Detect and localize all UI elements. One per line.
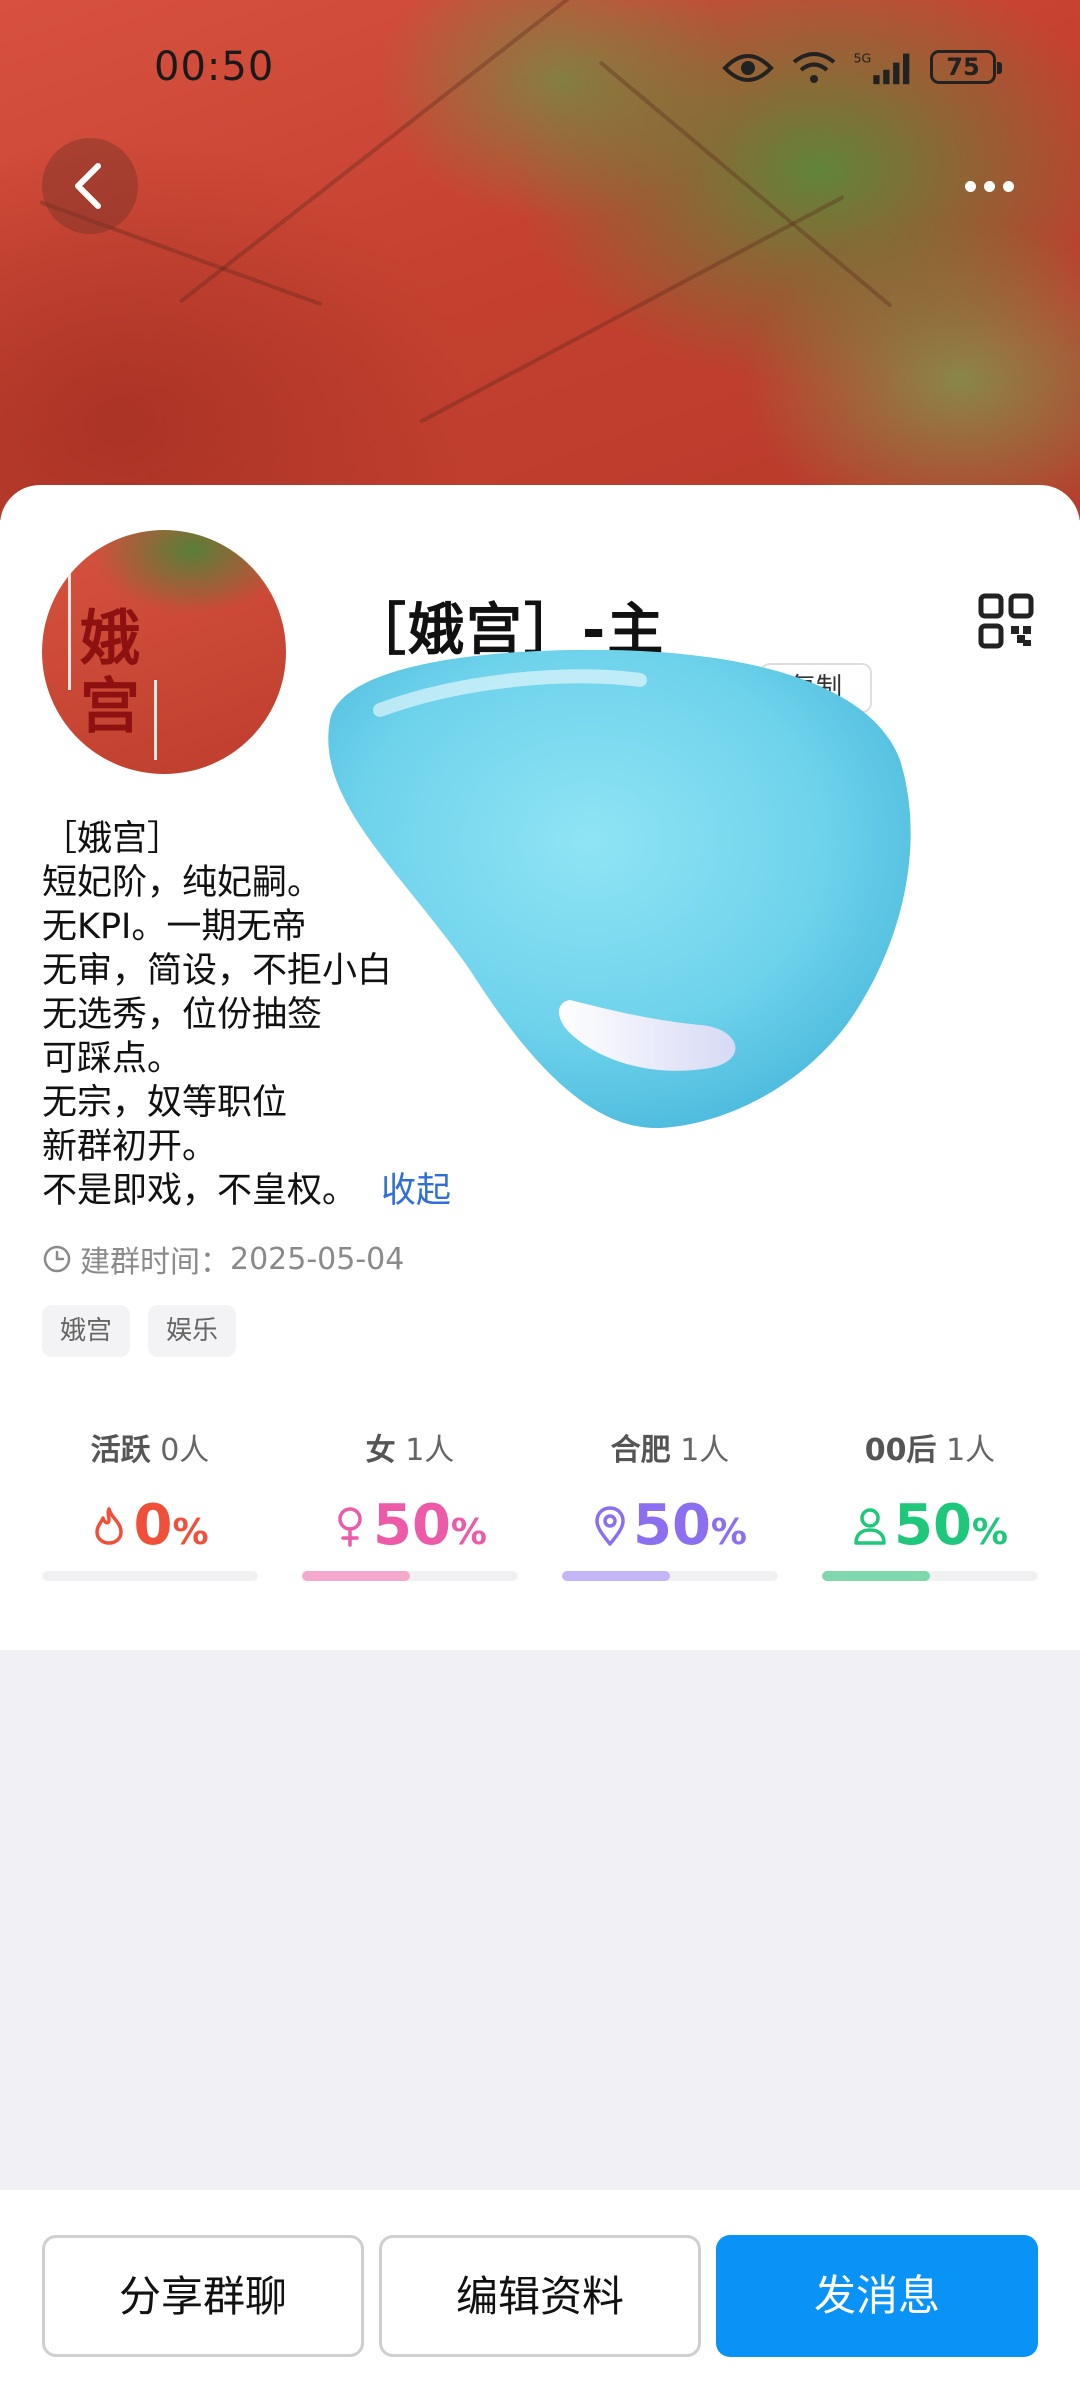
stat-progress-fill — [562, 1571, 670, 1581]
chevron-left-icon — [75, 163, 101, 209]
stat-location[interactable]: 合肥 1人 50% — [562, 1425, 778, 1605]
send-message-button[interactable]: 发消息 — [716, 2235, 1038, 2357]
stat-label: 00后 — [864, 1433, 937, 1468]
stat-label: 活跃 — [90, 1433, 151, 1468]
created-label: 建群时间： — [80, 1245, 230, 1280]
female-icon — [338, 1506, 362, 1547]
stat-value: 50 — [372, 1493, 451, 1558]
stat-active[interactable]: 活跃 0人 0% — [42, 1425, 258, 1605]
stat-label: 合肥 — [610, 1433, 671, 1468]
stat-age[interactable]: 00后 1人 50% — [822, 1425, 1038, 1605]
person-icon — [854, 1507, 886, 1545]
svg-text:5G: 5G — [854, 51, 872, 66]
stat-progress-fill — [822, 1571, 930, 1581]
avatar-char-2: 宫 — [80, 672, 140, 742]
status-time: 00:50 — [154, 44, 275, 90]
stat-unit: % — [710, 1512, 747, 1553]
location-pin-icon — [595, 1505, 625, 1546]
stat-count: 1人 — [405, 1433, 455, 1468]
stat-unit: % — [971, 1512, 1008, 1553]
stat-label: 女 — [365, 1433, 396, 1468]
edit-profile-button[interactable]: 编辑资料 — [379, 2235, 701, 2357]
created-time: 建群时间： 2025-05-04 — [42, 1237, 404, 1281]
stat-count: 1人 — [680, 1433, 730, 1468]
status-bar: 00:50 5G 75 — [0, 0, 1080, 140]
stat-female[interactable]: 女 1人 50% — [302, 1425, 518, 1605]
clock-icon — [43, 1245, 71, 1273]
tag-list: 娥宫 娱乐 — [42, 1305, 237, 1357]
stat-progress-bar — [562, 1571, 778, 1581]
more-button[interactable] — [950, 166, 1030, 206]
stat-progress-bar — [42, 1571, 258, 1581]
qr-code-icon[interactable] — [978, 593, 1034, 649]
description-line: 不是即戏，不皇权。 — [42, 1171, 358, 1211]
stat-unit: % — [450, 1512, 487, 1553]
signal-5g-icon: 5G — [854, 51, 910, 85]
blob-sticker — [328, 649, 911, 1129]
stat-value: 50 — [632, 1493, 711, 1558]
stat-count: 1人 — [946, 1433, 996, 1468]
group-avatar[interactable]: 娥 宫 — [42, 530, 286, 774]
stat-progress-bar — [302, 1571, 518, 1581]
stat-progress-bar — [822, 1571, 1038, 1581]
wifi-icon — [792, 52, 836, 83]
bottom-action-bar: 分享群聊 编辑资料 发消息 — [0, 2190, 1080, 2400]
battery-icon: 75 — [930, 50, 1002, 84]
stat-progress-fill — [302, 1571, 410, 1581]
share-group-button[interactable]: 分享群聊 — [42, 2235, 364, 2357]
tag[interactable]: 娥宫 — [42, 1305, 131, 1357]
stat-count: 0人 — [160, 1433, 210, 1468]
more-horizontal-icon — [965, 181, 976, 192]
collapse-link[interactable]: 收起 — [381, 1171, 451, 1211]
tag[interactable]: 娱乐 — [148, 1305, 237, 1357]
stat-value: 0 — [133, 1493, 173, 1558]
header-banner: 00:50 5G 75 — [0, 0, 1080, 520]
created-date: 2025-05-04 — [230, 1241, 405, 1277]
member-stats: 活跃 0人 0% 女 1人 50% 合肥 1人 50 % 00后 1人 50 % — [42, 1425, 1038, 1605]
back-button[interactable] — [42, 138, 138, 234]
fire-icon — [95, 1506, 124, 1545]
stat-unit: % — [172, 1512, 209, 1553]
stat-value: 50 — [893, 1493, 972, 1558]
eye-icon — [722, 54, 774, 82]
